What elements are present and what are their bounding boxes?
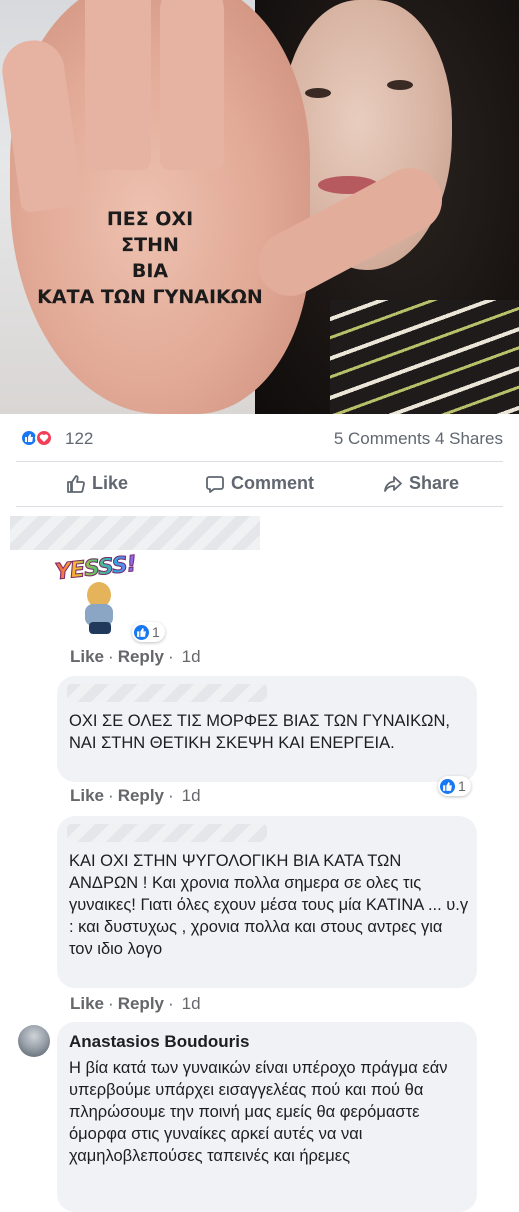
comment-timestamp[interactable]: 1d [182, 647, 201, 666]
comment-meta: Like · Reply · 1d [70, 786, 201, 806]
reaction-badge-count: 1 [152, 624, 160, 640]
comment-reaction-badge[interactable]: 1 [132, 622, 165, 642]
comment-reply-link[interactable]: Reply [118, 994, 164, 1013]
comment-bubble: Anastasios Boudouris Η βία κατά των γυνα… [57, 1022, 477, 1212]
comment-text: ΚΑΙ ΟΧΙ ΣΤΗΝ ΨΥΓΟΛΟΓΙΚΗ ΒΙΑ ΚΑΤΑ ΤΩΝ ΑΝΔ… [69, 852, 469, 958]
share-button-label: Share [409, 473, 460, 493]
comment-timestamp[interactable]: 1d [182, 994, 201, 1013]
sticker-figure [89, 622, 111, 634]
image-caption-line: ΚΑΤΑ ΤΩΝ ΓΥΝΑΙΚΩΝ [37, 286, 263, 308]
comment-meta: Like · Reply · 1d [70, 994, 201, 1014]
comment-bubble: ΟΧΙ ΣΕ ΟΛΕΣ ΤΙΣ ΜΟΡΦΕΣ ΒΙΑΣ ΤΩΝ ΓΥΝΑΙΚΩΝ… [57, 676, 477, 782]
photo-finger [160, 0, 224, 170]
redacted-commenter [67, 824, 267, 842]
like-button-label: Like [92, 473, 129, 493]
comment-text: Η βία κατά των γυναικών είναι υπέροχο πρ… [69, 1059, 448, 1165]
avatar[interactable] [18, 1025, 50, 1057]
reaction-badge-count: 1 [458, 778, 466, 794]
post-actions: Like Comment Share [0, 462, 519, 506]
redacted-commenter [10, 516, 260, 550]
photo-sweater [330, 300, 519, 414]
thumbs-up-icon [67, 474, 85, 493]
comments-count[interactable]: 5 Comments [334, 429, 430, 448]
comment-meta: Like · Reply · 1d [70, 647, 201, 667]
redacted-commenter [67, 684, 267, 702]
comment-button[interactable]: Comment [205, 473, 314, 494]
reaction-icons[interactable] [20, 429, 60, 447]
sticker-text: YESSS! [53, 551, 138, 586]
comment-reaction-badge[interactable]: 1 [438, 776, 471, 796]
image-caption-line: ΒΙΑ [131, 260, 169, 282]
meta-separator: · [168, 994, 174, 1013]
image-caption-line: ΣΤΗΝ [121, 234, 179, 256]
comment-share-counts: 5 Comments 4 Shares [334, 429, 503, 449]
comment-bubble: ΚΑΙ ΟΧΙ ΣΤΗΝ ΨΥΓΟΛΟΓΙΚΗ ΒΙΑ ΚΑΤΑ ΤΩΝ ΑΝΔ… [57, 816, 477, 988]
reaction-count[interactable]: 122 [65, 429, 93, 449]
comment-reply-link[interactable]: Reply [118, 786, 164, 805]
image-caption: ΠΕΣ ΟΧΙ ΣΤΗΝ ΒΙΑ ΚΑΤΑ ΤΩΝ ΓΥΝΑΙΚΩΝ [20, 206, 280, 310]
comment-sticker: YESSS! [53, 551, 145, 636]
comment-reply-link[interactable]: Reply [118, 647, 164, 666]
comment-timestamp[interactable]: 1d [182, 786, 201, 805]
share-button[interactable]: Share [383, 473, 459, 494]
comment-like-link[interactable]: Like [70, 786, 104, 805]
meta-separator: · [108, 647, 114, 666]
comment-button-label: Comment [231, 473, 315, 493]
meta-separator: · [108, 994, 114, 1013]
comment-bubble-icon [206, 475, 224, 493]
share-arrow-icon [384, 475, 402, 492]
meta-separator: · [168, 786, 174, 805]
meta-separator: · [168, 647, 174, 666]
like-button[interactable]: Like [66, 473, 128, 494]
photo-eye [305, 88, 331, 98]
meta-separator: · [108, 786, 114, 805]
like-icon [440, 778, 455, 794]
photo-finger [85, 0, 151, 170]
comment-author[interactable]: Anastasios Boudouris [69, 1032, 249, 1052]
shares-count[interactable]: 4 Shares [435, 429, 503, 448]
love-icon [35, 429, 53, 447]
comment-like-link[interactable]: Like [70, 647, 104, 666]
post-stats: 122 5 Comments 4 Shares [0, 414, 519, 461]
photo-eye [387, 80, 413, 90]
divider [16, 506, 503, 507]
image-caption-line: ΠΕΣ ΟΧΙ [106, 208, 194, 230]
comment-like-link[interactable]: Like [70, 994, 104, 1013]
like-icon [134, 624, 149, 640]
comment-text: ΟΧΙ ΣΕ ΟΛΕΣ ΤΙΣ ΜΟΡΦΕΣ ΒΙΑΣ ΤΩΝ ΓΥΝΑΙΚΩΝ… [69, 712, 450, 752]
post-image[interactable]: ΠΕΣ ΟΧΙ ΣΤΗΝ ΒΙΑ ΚΑΤΑ ΤΩΝ ΓΥΝΑΙΚΩΝ [0, 0, 519, 414]
